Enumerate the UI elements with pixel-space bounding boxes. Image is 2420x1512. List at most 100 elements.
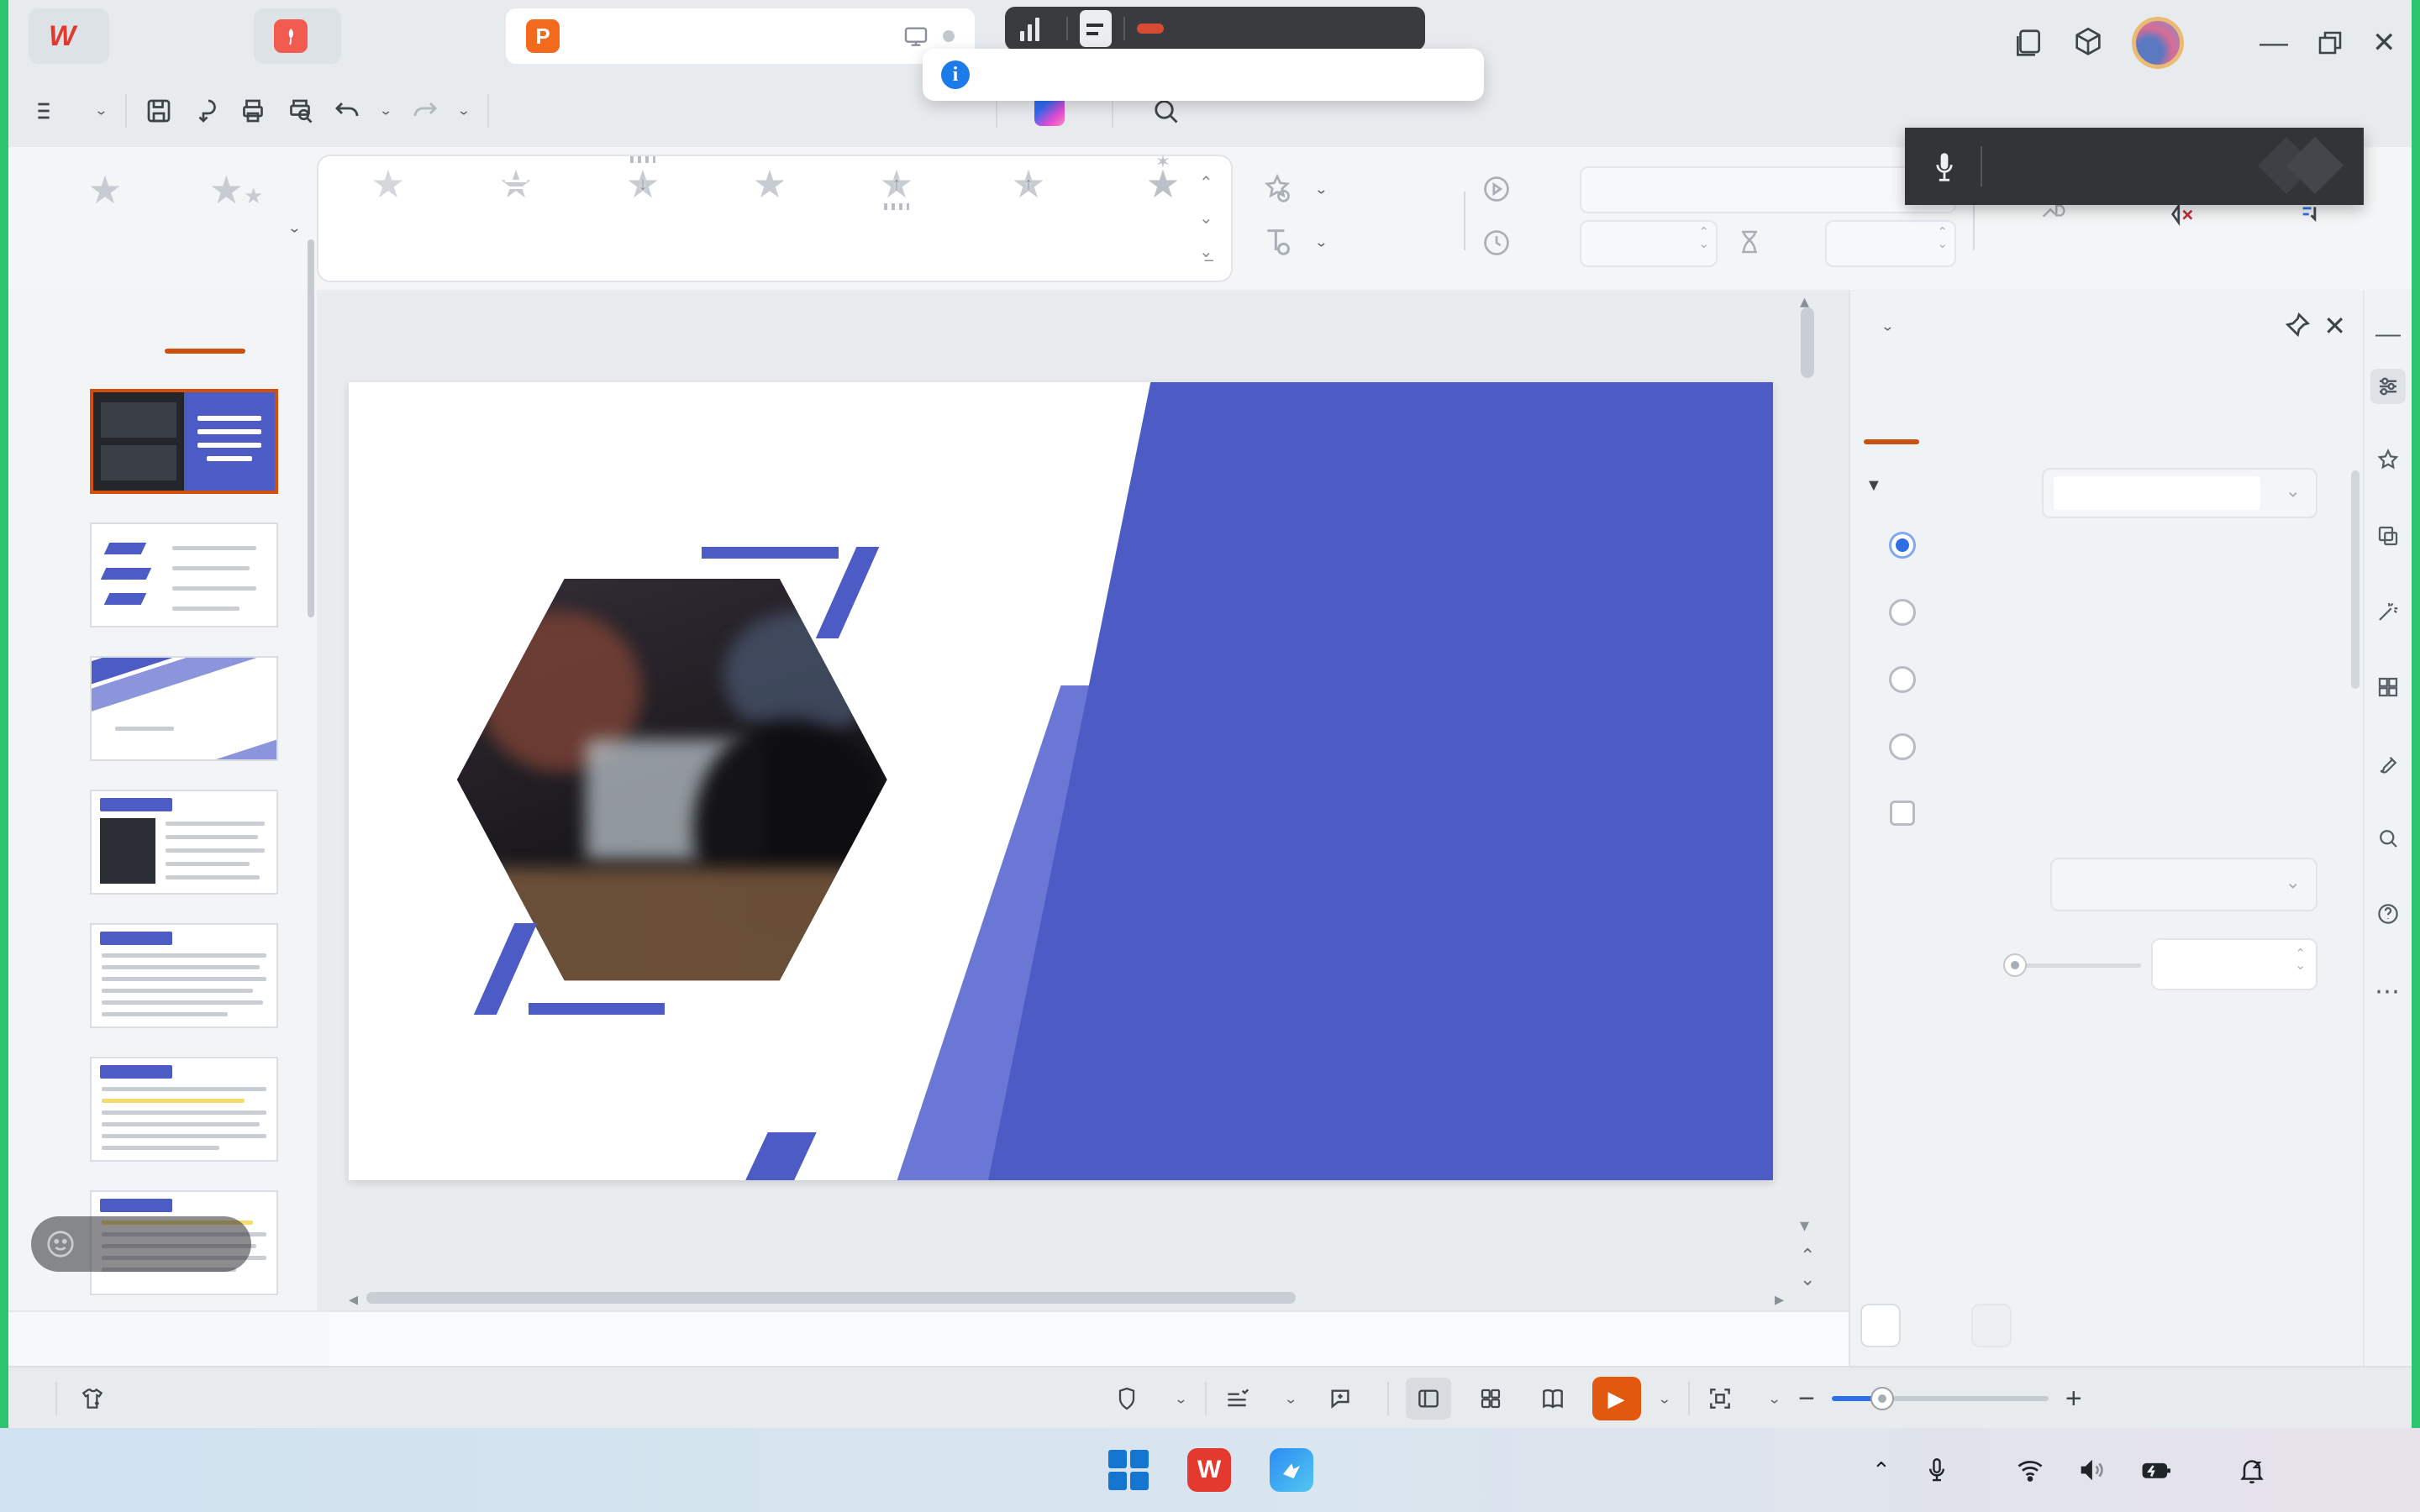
windows-start-button[interactable] [1108,1450,1149,1490]
print-preview-icon[interactable] [285,96,315,126]
slideshow-play-button[interactable]: ▶ [1592,1377,1641,1420]
meeting-chat-input[interactable] [31,1216,251,1272]
tab-design[interactable] [673,106,676,116]
fill-section-header[interactable]: ▼ [1865,476,1889,496]
tab-current-document[interactable]: P [506,8,975,64]
slide-thumbnail-5[interactable] [90,923,278,1028]
print-icon[interactable] [238,96,268,126]
slide-thumbnail-3[interactable] [90,656,278,761]
color-dropdown[interactable]: ⌄ [2050,858,2317,911]
save-icon[interactable] [144,96,174,126]
effect-blinds[interactable]: ★ [453,165,579,203]
effect-fly-in[interactable]: ★↑ [834,165,960,203]
user-avatar[interactable] [2132,17,2184,69]
tab-wps-office[interactable]: W [29,8,109,64]
magic-wand-icon[interactable] [2375,599,2401,624]
scroll-left-icon[interactable]: ◂ [349,1290,358,1309]
redo-icon[interactable] [410,96,440,126]
tab-slideshow[interactable] [794,106,797,116]
duration-spinner[interactable]: ⌃⌄ [1580,220,1718,267]
hamburger-menu-icon[interactable] [34,97,60,124]
volume-icon[interactable] [2077,1455,2107,1485]
text-properties-button[interactable]: ⌄ [1260,225,1328,259]
transparency-slider[interactable] [2007,963,2141,968]
notes-bar[interactable] [329,1310,1849,1366]
effect-wipe[interactable]: ★ [707,165,833,203]
wifi-icon[interactable] [2015,1455,2045,1485]
zoom-slider[interactable] [1832,1396,2049,1401]
tab-insert[interactable] [633,106,636,116]
more-options-icon[interactable]: ⋯ [2375,977,2402,1006]
layout-grid-icon[interactable] [2375,675,2401,700]
pin-panel-icon[interactable] [2281,311,2312,341]
tab-view[interactable] [875,106,878,116]
start-dropdown[interactable] [1580,166,1956,213]
collapse-rail-icon[interactable]: — [2375,320,2401,349]
play-options-icon[interactable]: ⌄ [1658,1390,1672,1407]
undo-icon[interactable] [332,96,362,126]
find-replace-icon[interactable] [2375,826,2401,851]
radio-pattern-fill[interactable] [1889,733,1916,760]
tab-list-icon[interactable] [2012,27,2044,59]
reset-background-button[interactable] [1971,1304,2012,1347]
close-window-button[interactable]: ✕ [2372,26,2396,60]
reading-view-button[interactable] [1530,1378,1576,1420]
undo-dropdown-icon[interactable]: ⌄ [379,102,393,119]
zoom-in-button[interactable]: + [2065,1383,2082,1415]
slide-thumbnail-2[interactable] [90,522,278,627]
slide-thumbnail-1[interactable] [90,389,278,494]
animation-properties-button[interactable]: ⌄ [1260,172,1328,206]
checkbox-hide-background[interactable] [1890,801,1915,826]
notification-bell-icon[interactable] [2237,1455,2267,1485]
meeting-notes-icon[interactable] [1080,10,1112,47]
horizontal-scrollbar-thumb[interactable] [366,1292,1296,1304]
transparency-spinner[interactable]: ⌃⌄ [2151,938,2317,990]
taskbar-wps-icon[interactable]: W [1187,1448,1231,1492]
normal-view-button[interactable] [1406,1378,1451,1420]
restore-button[interactable] [2315,28,2345,58]
zoom-dropdown-icon[interactable]: ⌄ [1767,1390,1781,1407]
scroll-down-icon[interactable]: ▾ [1800,1216,1809,1235]
effect-none[interactable]: ★ [325,165,451,203]
sidebar-scrollbar[interactable] [308,239,314,617]
output-icon[interactable] [191,96,221,126]
close-panel-icon[interactable]: ✕ [2323,310,2346,342]
help-icon[interactable] [2375,901,2401,927]
panel-scrollbar[interactable] [2351,470,2360,689]
hidden-icons-chevron[interactable]: ⌃ [1872,1457,1891,1483]
slide-thumbnail-6[interactable] [90,1057,278,1162]
preview-effect-button[interactable]: ★★ ⌄ [173,171,299,209]
vertical-scrollbar-thumb[interactable] [1801,307,1814,378]
scroll-right-icon[interactable]: ▸ [1775,1290,1784,1309]
redo-dropdown-icon[interactable]: ⌄ [457,102,471,119]
slide-thumbnail-4[interactable] [90,790,278,895]
tab-member[interactable] [955,106,959,116]
apply-all-button[interactable] [1860,1304,1901,1347]
next-slide-icon[interactable]: ⌄ [1800,1270,1815,1289]
tab-animation[interactable] [754,106,757,116]
brush-icon[interactable] [2375,750,2401,775]
slide-sorter-view-button[interactable] [1468,1378,1513,1420]
tab-tools[interactable] [915,106,918,116]
radio-picture-fill[interactable] [1889,666,1916,693]
tab-home[interactable] [592,106,596,116]
tab-review[interactable] [834,106,838,116]
gallery-scroll-down-icon[interactable]: ⌄ [1199,210,1213,227]
taskbar-meeting-icon[interactable] [1270,1448,1313,1492]
radio-gradient-fill[interactable] [1889,599,1916,626]
zoom-out-button[interactable]: − [1798,1383,1815,1415]
effects-star-icon[interactable] [2375,448,2401,473]
previous-slide-icon[interactable]: ⌃ [1800,1247,1815,1265]
tab-docer-templates[interactable] [254,8,341,64]
properties-sliders-icon[interactable] [2370,369,2406,404]
battery-icon[interactable] [2139,1453,2173,1487]
gallery-scroll-up-icon[interactable]: ⌃ [1199,175,1213,192]
minimize-button[interactable]: — [2260,27,2288,60]
effect-fly-out[interactable]: ★↓ [580,165,706,203]
end-sharing-button[interactable] [1137,24,1164,34]
radio-solid-fill[interactable] [1889,532,1916,559]
slider-handle[interactable] [2003,953,2027,977]
chevron-down-icon[interactable]: ⌄ [1881,318,1895,334]
shapes-icon[interactable] [2375,523,2401,549]
effect-crawl-in[interactable]: ★↑ [957,165,1100,203]
